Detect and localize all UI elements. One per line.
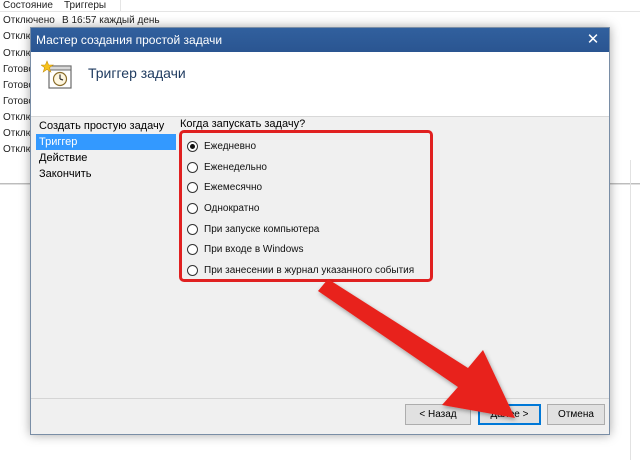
radio-button[interactable]: [187, 162, 198, 173]
radio-label: Однократно: [204, 203, 260, 214]
radio-label: Ежедневно: [204, 141, 257, 152]
task-status: Отклю: [3, 144, 34, 155]
task-row[interactable]: Отклю: [3, 128, 33, 140]
task-row[interactable]: Отклю: [3, 31, 33, 43]
task-row[interactable]: Отклю: [3, 48, 33, 60]
back-button[interactable]: < Назад: [405, 404, 471, 425]
task-status: Отклю: [3, 48, 34, 59]
task-row[interactable]: Отключено: [3, 15, 55, 27]
wizard-steps-sidebar: Создать простую задачу Триггер Действие …: [31, 117, 179, 407]
column-header-triggers[interactable]: Триггеры: [64, 0, 106, 12]
step-finish[interactable]: Закончить: [36, 166, 176, 182]
step-action[interactable]: Действие: [36, 150, 176, 166]
task-trigger: В 16:57 каждый день: [62, 15, 160, 26]
task-list-header: Состояние Триггеры: [0, 0, 640, 12]
step-create-basic-task[interactable]: Создать простую задачу: [36, 118, 176, 134]
radio-button[interactable]: [187, 265, 198, 276]
next-button[interactable]: Далее >: [478, 404, 541, 425]
trigger-question: Когда запускать задачу?: [180, 118, 306, 130]
dialog-titlebar[interactable]: Мастер создания простой задачи ✕: [31, 28, 609, 52]
task-status: Отключено: [3, 15, 55, 26]
task-status: Отклю: [3, 31, 34, 42]
close-icon[interactable]: ✕: [583, 30, 603, 50]
trigger-options-panel: Когда запускать задачу? Ежедневно Еженед…: [179, 117, 609, 397]
footer-separator: [31, 398, 609, 399]
wizard-step-title: Триггер задачи: [88, 65, 186, 81]
task-clock-icon: [41, 60, 72, 89]
cancel-button[interactable]: Отмена: [547, 404, 605, 425]
radio-label: При запуске компьютера: [204, 224, 320, 235]
radio-button-checked[interactable]: [187, 141, 198, 152]
column-header-status[interactable]: Состояние: [3, 0, 53, 12]
radio-button[interactable]: [187, 182, 198, 193]
radio-button[interactable]: [187, 224, 198, 235]
radio-label: При входе в Windows: [204, 244, 304, 255]
task-row[interactable]: Отклю: [3, 144, 33, 156]
task-status: Отклю: [3, 112, 34, 123]
radio-label: Еженедельно: [204, 162, 267, 173]
task-row[interactable]: Отклю: [3, 112, 33, 124]
radio-button[interactable]: [187, 244, 198, 255]
pane-border: [630, 160, 631, 460]
radio-label: Ежемесячно: [204, 182, 263, 193]
radio-label: При занесении в журнал указанного событи…: [204, 265, 415, 276]
task-status: Отклю: [3, 128, 34, 139]
wizard-header: Триггер задачи: [31, 52, 609, 117]
column-divider: [120, 0, 121, 12]
step-trigger[interactable]: Триггер: [36, 134, 176, 150]
radio-button[interactable]: [187, 203, 198, 214]
create-basic-task-wizard: Мастер создания простой задачи ✕ Триггер…: [30, 27, 610, 435]
dialog-title: Мастер создания простой задачи: [36, 33, 223, 47]
